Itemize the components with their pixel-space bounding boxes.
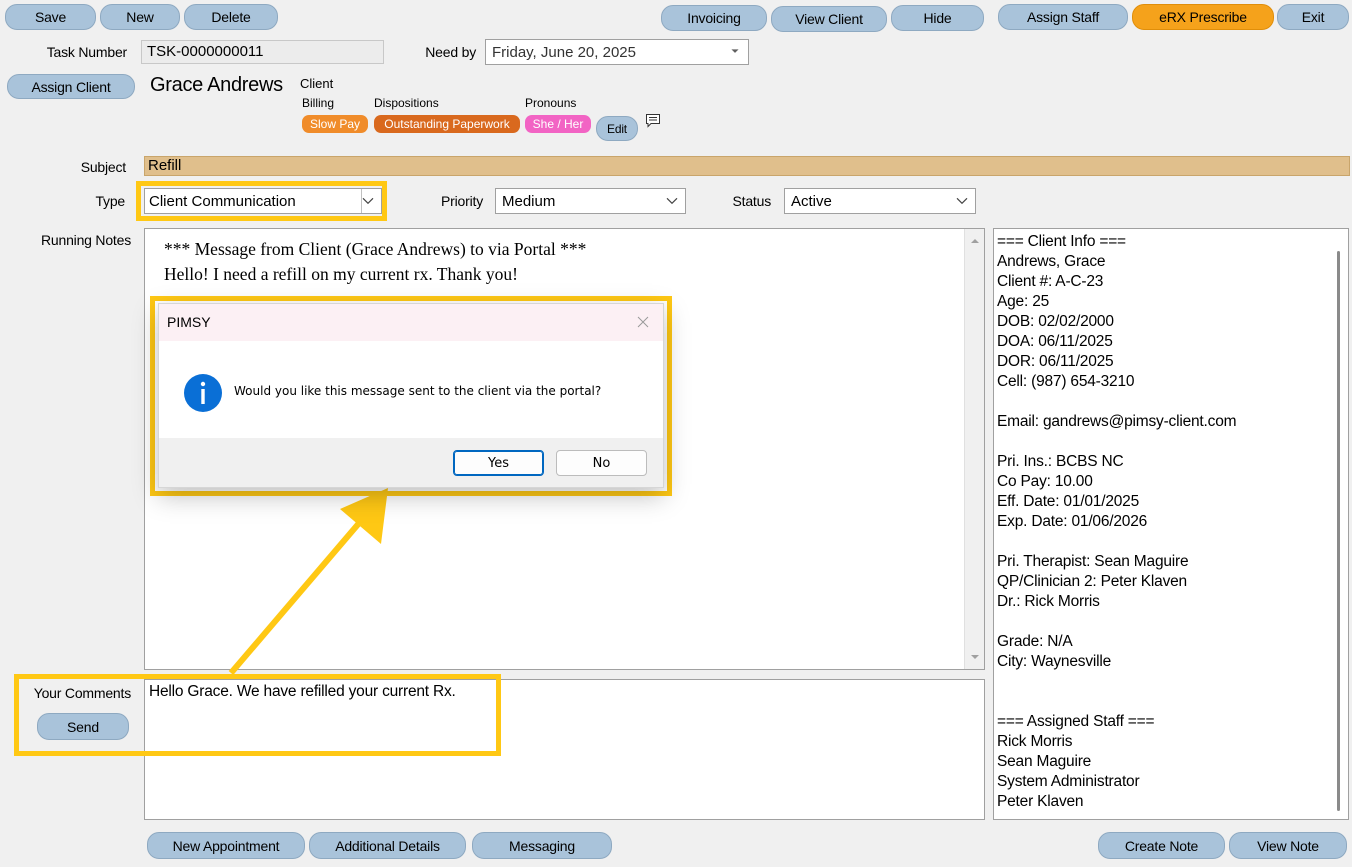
chevron-down-icon [956, 197, 968, 205]
invoicing-button[interactable]: Invoicing [661, 5, 767, 31]
assign-staff-button[interactable]: Assign Staff [998, 4, 1128, 30]
comment-icon[interactable] [645, 113, 661, 129]
billing-tag: Slow Pay [302, 115, 368, 133]
type-dropdown[interactable]: Client Communication [144, 188, 382, 214]
notes-scrollbar[interactable] [964, 229, 984, 669]
subject-field[interactable]: Refill [144, 156, 1350, 176]
priority-dropdown[interactable]: Medium [495, 188, 686, 214]
client-info-line: QP/Clinician 2: Peter Klaven [997, 573, 1187, 590]
need-by-value: Friday, June 20, 2025 [492, 43, 636, 61]
client-info-line: Exp. Date: 01/06/2026 [997, 513, 1148, 530]
status-dropdown[interactable]: Active [784, 188, 976, 214]
dropdown-arrow-icon [731, 49, 739, 53]
status-label: Status [732, 193, 772, 209]
view-note-button[interactable]: View Note [1229, 832, 1347, 859]
client-info-line: Co Pay: 10.00 [997, 473, 1093, 490]
send-button[interactable]: Send [37, 713, 129, 740]
client-info-line [997, 392, 1236, 412]
edit-tags-button[interactable]: Edit [596, 116, 638, 141]
client-label: Client [300, 76, 334, 91]
client-info-line: Age: 25 [997, 293, 1050, 310]
type-value: Client Communication [149, 192, 296, 210]
client-info-line: Grade: N/A [997, 633, 1073, 650]
client-info-line: Eff. Date: 01/01/2025 [997, 493, 1140, 510]
dialog-footer: Yes No [159, 438, 663, 487]
assign-client-button[interactable]: Assign Client [7, 74, 135, 99]
task-number-label: Task Number [46, 44, 127, 60]
client-info-line: === Assigned Staff === [997, 713, 1155, 730]
client-info-line: City: Waynesville [997, 653, 1112, 670]
info-icon [184, 374, 222, 412]
running-notes-label: Running Notes [40, 232, 131, 248]
additional-details-button[interactable]: Additional Details [309, 832, 466, 859]
erx-prescribe-button[interactable]: eRX Prescribe [1132, 4, 1274, 30]
client-name: Grace Andrews [150, 74, 283, 96]
client-info-line: Andrews, Grace [997, 253, 1106, 270]
subject-label: Subject [80, 159, 126, 175]
yes-button[interactable]: Yes [453, 450, 544, 476]
pronoun-tag: She / Her [525, 115, 591, 133]
confirm-dialog: PIMSY Would you like this message sent t… [158, 303, 664, 488]
your-comments-label: Your Comments [33, 685, 131, 701]
status-value: Active [791, 192, 832, 210]
billing-label: Billing [302, 96, 335, 110]
hide-button[interactable]: Hide [891, 5, 984, 31]
client-info-line: Pri. Ins.: BCBS NC [997, 453, 1124, 470]
dispositions-label: Dispositions [374, 96, 439, 110]
type-label: Type [95, 193, 125, 209]
client-info-line: Dr.: Rick Morris [997, 593, 1100, 610]
priority-value: Medium [502, 192, 556, 210]
scroll-down-icon[interactable] [967, 649, 983, 665]
task-number-field: TSK-0000000011 [141, 40, 384, 64]
client-info-line: DOB: 02/02/2000 [997, 313, 1114, 330]
running-notes-line: Hello! I need a refill on my current rx.… [164, 264, 518, 284]
client-info-line [997, 672, 1236, 692]
client-info-line: System Administrator [997, 773, 1140, 790]
pronouns-label: Pronouns [525, 96, 577, 110]
client-info-line: Pri. Therapist: Sean Maguire [997, 553, 1189, 570]
client-info-panel: === Client Info === Andrews, Grace Client … [993, 228, 1349, 820]
client-info-line: DOR: 06/11/2025 [997, 353, 1114, 370]
priority-label: Priority [441, 193, 483, 209]
save-button[interactable]: Save [5, 4, 96, 30]
client-info-line: Peter Klaven [997, 793, 1084, 810]
messaging-button[interactable]: Messaging [472, 832, 612, 859]
dialog-title-bar: PIMSY [159, 304, 663, 341]
client-info-line: Sean Maguire [997, 753, 1092, 770]
dialog-title: PIMSY [167, 314, 211, 330]
dialog-message: Would you like this message sent to the … [234, 384, 602, 398]
new-appointment-button[interactable]: New Appointment [147, 832, 305, 859]
delete-button[interactable]: Delete [184, 4, 278, 30]
need-by-label: Need by [425, 44, 476, 60]
client-info-line: Rick Morris [997, 733, 1073, 750]
client-info-line [997, 612, 1236, 632]
running-notes-line: *** Message from Client (Grace Andrews) … [164, 239, 587, 259]
chevron-down-icon [666, 197, 678, 205]
client-info-line: === Client Info === [997, 233, 1126, 250]
exit-button[interactable]: Exit [1277, 4, 1349, 30]
client-info-text: === Client Info === Andrews, Grace Client … [997, 232, 1237, 812]
client-info-line [997, 532, 1236, 552]
close-icon[interactable] [635, 314, 651, 330]
client-info-line: Client #: A-C-23 [997, 273, 1104, 290]
client-info-line: Email: gandrews@pimsy-client.com [997, 413, 1237, 430]
chevron-down-icon [362, 197, 374, 205]
client-info-scrollbar[interactable] [1337, 251, 1340, 811]
no-button[interactable]: No [556, 450, 647, 476]
dialog-body: Would you like this message sent to the … [159, 341, 663, 438]
create-note-button[interactable]: Create Note [1098, 832, 1225, 859]
new-button[interactable]: New [100, 4, 180, 30]
client-info-line [997, 692, 1236, 712]
need-by-dropdown[interactable]: Friday, June 20, 2025 [485, 39, 749, 65]
scroll-up-icon[interactable] [967, 233, 983, 249]
client-info-line [997, 432, 1236, 452]
client-info-line: Cell: (987) 654-3210 [997, 373, 1135, 390]
client-info-line: DOA: 06/11/2025 [997, 333, 1113, 350]
view-client-button[interactable]: View Client [771, 6, 887, 32]
comments-input[interactable]: Hello Grace. We have refilled your curre… [144, 679, 985, 820]
disposition-tag: Outstanding Paperwork [374, 115, 520, 133]
